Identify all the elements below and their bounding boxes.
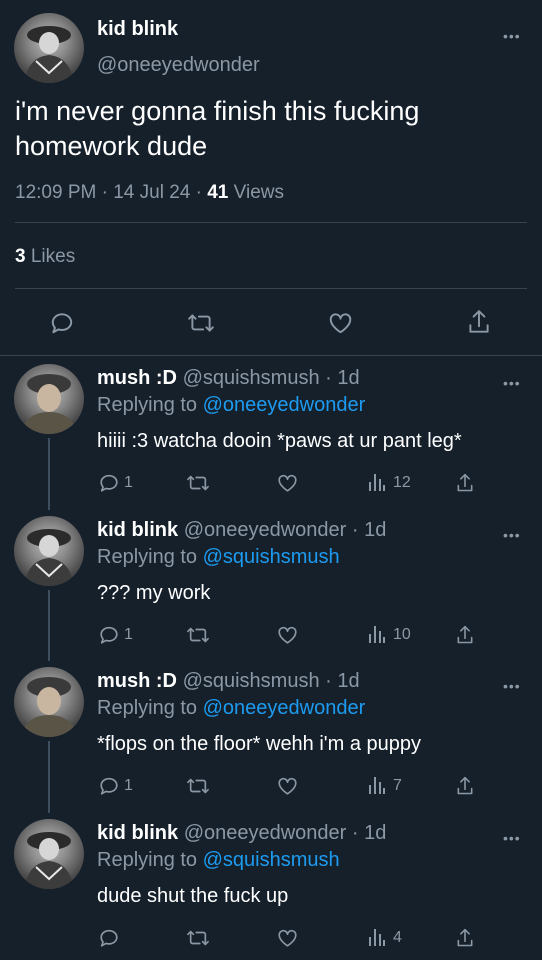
reply-icon[interactable] — [98, 775, 120, 797]
author-handle[interactable]: @squishsmush — [183, 670, 320, 692]
replying-to: Replying to @squishsmush — [97, 849, 340, 872]
tweet-time[interactable]: 12:09 PM — [15, 182, 96, 203]
divider — [0, 355, 542, 356]
divider — [15, 222, 527, 223]
view-count: 7 — [393, 777, 402, 794]
replying-prefix: Replying to — [97, 697, 198, 719]
views-icon[interactable] — [368, 775, 386, 795]
reply-age[interactable]: 1d — [337, 670, 359, 692]
views-icon[interactable] — [368, 624, 386, 644]
avatar[interactable] — [14, 364, 84, 434]
mention-link[interactable]: @oneeyedwonder — [203, 697, 366, 719]
more-icon[interactable]: ••• — [503, 679, 521, 693]
retweet-icon[interactable] — [186, 775, 210, 797]
replying-to: Replying to @squishsmush — [97, 546, 340, 569]
reply-icon[interactable] — [49, 310, 75, 336]
share-icon[interactable] — [455, 624, 475, 646]
replying-to: Replying to @oneeyedwonder — [97, 394, 365, 417]
retweet-icon[interactable] — [186, 927, 210, 949]
likes-summary[interactable]: 3 Likes — [15, 246, 75, 268]
author-handle[interactable]: @squishsmush — [183, 367, 320, 389]
author-name[interactable]: kid blink — [97, 822, 178, 844]
reply-age[interactable]: 1d — [364, 822, 386, 844]
avatar[interactable] — [14, 516, 84, 586]
reply-age[interactable]: 1d — [337, 367, 359, 389]
reply-age[interactable]: 1d — [364, 519, 386, 541]
mention-link[interactable]: @squishsmush — [203, 546, 340, 568]
retweet-icon[interactable] — [187, 310, 215, 336]
reply-header: kid blink @oneeyedwonder · 1d — [97, 519, 387, 541]
reply-count: 1 — [124, 777, 133, 794]
author-name[interactable]: kid blink — [97, 18, 178, 41]
reply-icon[interactable] — [98, 472, 120, 494]
author-name[interactable]: mush :D — [97, 670, 177, 692]
reply-text: ??? my work — [97, 582, 211, 604]
thread-line — [48, 590, 50, 661]
likes-count: 3 — [15, 246, 26, 267]
avatar[interactable] — [14, 667, 84, 737]
tweet-text: i'm never gonna finish this fucking home… — [15, 96, 420, 161]
author-handle[interactable]: @oneeyedwonder — [184, 822, 347, 844]
reply-text: *flops on the floor* wehh i'm a puppy — [97, 733, 422, 755]
likes-label: Likes — [30, 246, 76, 267]
share-icon[interactable] — [455, 927, 475, 949]
more-icon[interactable]: ••• — [503, 376, 521, 390]
tweet-thread-screen: kid blink @oneeyedwonder ••• i'm never g… — [0, 0, 542, 960]
reply-header: mush :D @squishsmush · 1d — [97, 367, 360, 389]
tweet-date[interactable]: 14 Jul 24 — [113, 182, 190, 203]
share-icon[interactable] — [455, 472, 475, 494]
reply-header: mush :D @squishsmush · 1d — [97, 670, 360, 692]
views-count: 41 — [207, 182, 229, 203]
thread-line — [48, 741, 50, 813]
like-icon[interactable] — [327, 310, 354, 336]
replying-prefix: Replying to — [97, 546, 198, 568]
views-icon[interactable] — [368, 472, 386, 492]
reply-count: 1 — [124, 626, 133, 643]
like-icon[interactable] — [276, 624, 299, 646]
author-handle[interactable]: @oneeyedwonder — [97, 54, 260, 77]
more-icon[interactable]: ••• — [503, 528, 521, 542]
reply-icon[interactable] — [98, 624, 120, 646]
avatar[interactable] — [14, 819, 84, 889]
author-handle[interactable]: @oneeyedwonder — [184, 519, 347, 541]
avatar[interactable] — [14, 13, 84, 83]
like-icon[interactable] — [276, 472, 299, 494]
view-count: 12 — [393, 474, 411, 491]
replying-prefix: Replying to — [97, 394, 198, 416]
mention-link[interactable]: @squishsmush — [203, 849, 340, 871]
reply-text: hiiii :3 watcha dooin *paws at ur pant l… — [97, 430, 462, 452]
retweet-icon[interactable] — [186, 472, 210, 494]
thread-line — [48, 438, 50, 510]
divider — [15, 288, 527, 289]
mention-link[interactable]: @oneeyedwonder — [203, 394, 366, 416]
reply-icon[interactable] — [98, 927, 120, 949]
author-name[interactable]: kid blink — [97, 519, 178, 541]
replying-prefix: Replying to — [97, 849, 198, 871]
views-icon[interactable] — [368, 927, 386, 947]
reply-header: kid blink @oneeyedwonder · 1d — [97, 822, 387, 844]
share-icon[interactable] — [466, 308, 492, 336]
share-icon[interactable] — [455, 775, 475, 797]
like-icon[interactable] — [276, 927, 299, 949]
views-label: Views — [233, 182, 284, 203]
tweet-meta: 12:09 PM · 14 Jul 24 · 41 Views — [15, 182, 284, 203]
replying-to: Replying to @oneeyedwonder — [97, 697, 365, 720]
reply-count: 1 — [124, 474, 133, 491]
retweet-icon[interactable] — [186, 624, 210, 646]
author-name[interactable]: mush :D — [97, 367, 177, 389]
more-icon[interactable]: ••• — [503, 29, 521, 43]
like-icon[interactable] — [276, 775, 299, 797]
view-count: 4 — [393, 929, 402, 946]
more-icon[interactable]: ••• — [503, 831, 521, 845]
view-count: 10 — [393, 626, 411, 643]
reply-text: dude shut the fuck up — [97, 885, 289, 907]
